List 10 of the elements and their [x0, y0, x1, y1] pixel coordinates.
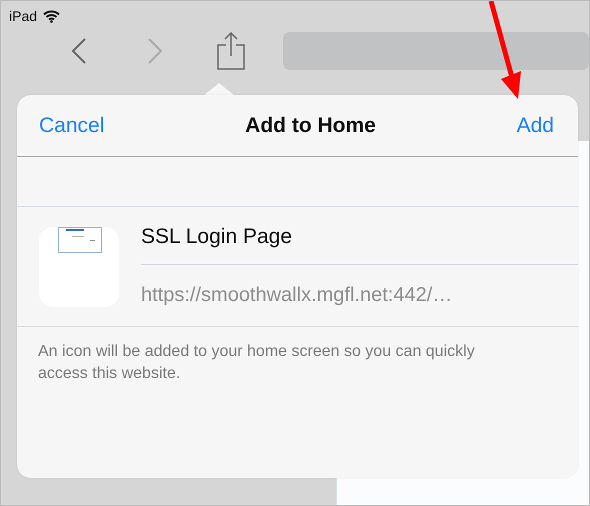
wifi-icon: [43, 10, 60, 22]
device-name: iPad: [9, 8, 38, 24]
back-icon[interactable]: [71, 37, 87, 65]
bookmark-title-field[interactable]: SSL Login Page: [141, 207, 578, 265]
add-button[interactable]: Add: [516, 114, 554, 138]
share-icon[interactable]: [217, 32, 245, 70]
cancel-button[interactable]: Cancel: [39, 114, 104, 138]
sheet-title: Add to Home: [245, 114, 376, 138]
bookmark-url: https://smoothwallx.mgfl.net:442/…: [141, 284, 452, 307]
description-text: An icon will be added to your home screen so you can quickly access this website.: [37, 342, 476, 384]
